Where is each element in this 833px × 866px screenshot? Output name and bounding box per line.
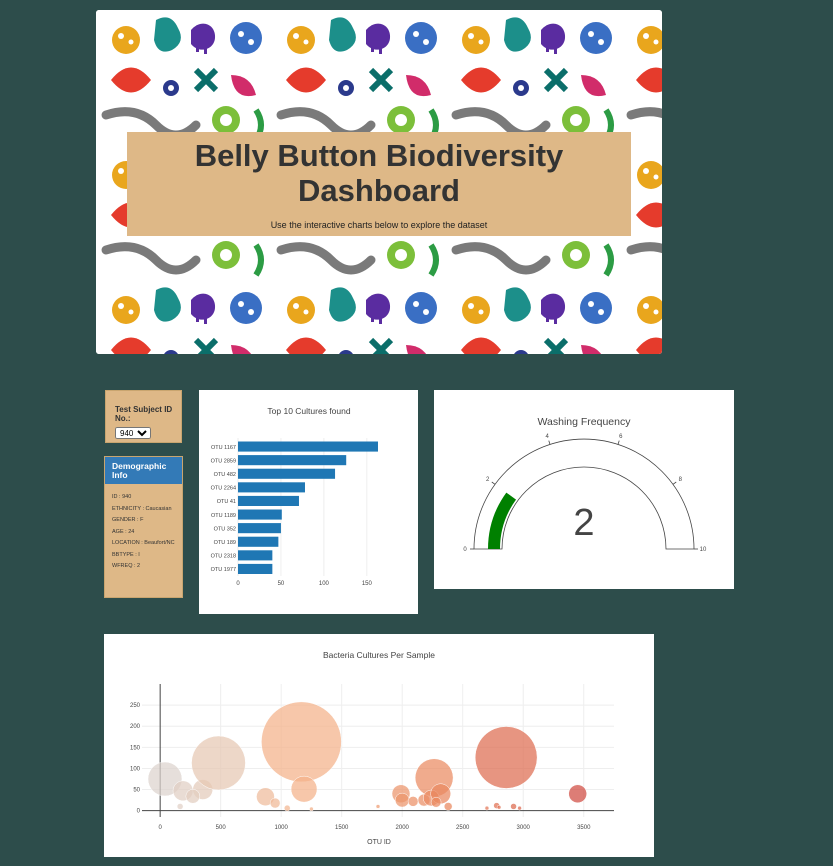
page-title-line1: Belly Button Biodiversity xyxy=(194,138,564,173)
bubble-point xyxy=(375,804,381,809)
subject-id-label: Test Subject ID No.: xyxy=(115,405,173,423)
header-banner: Belly Button Biodiversity Dashboard Use … xyxy=(96,10,662,354)
bar-chart-title: Top 10 Cultures found xyxy=(267,406,350,416)
demographic-info-panel: Demographic Info ID : 940 ETHNICITY : Ca… xyxy=(104,456,183,598)
gauge-tick-label: 2 xyxy=(486,477,490,483)
bar-chart-svg: Top 10 Cultures found 0 50 100 150 OTU 1167 O… xyxy=(211,406,378,587)
bar xyxy=(238,536,279,547)
bar-category-label: OTU 1189 xyxy=(211,513,236,519)
bubble-point xyxy=(568,784,587,804)
bar xyxy=(238,523,281,534)
demo-field-id: ID : 940 xyxy=(112,494,132,500)
bar xyxy=(238,441,378,452)
bacteria-bubble-chart[interactable]: Bacteria Cultures Per Sample OTU ID 0 500… xyxy=(104,634,654,857)
demo-field-wfreq: WFREQ : 2 xyxy=(112,563,141,569)
bubble-point xyxy=(443,802,453,811)
top-cultures-bar-chart[interactable]: Top 10 Cultures found 0 50 100 150 OTU 1167 O… xyxy=(199,390,418,614)
bar-category-label: OTU 482 xyxy=(214,472,236,478)
gauge-value-label: 2 xyxy=(573,502,594,544)
demo-field-location: LOCATION : Beaufort/NC xyxy=(112,540,175,546)
bar xyxy=(238,509,282,520)
title-box: Belly Button Biodiversity Dashboard Use … xyxy=(127,132,631,236)
bubble-x-axis-label: OTU ID xyxy=(367,839,391,846)
bubble-x-tick-label: 3500 xyxy=(577,825,591,831)
demo-field-ethnicity: ETHNICITY : Caucasian xyxy=(112,505,172,512)
page-subtitle: Use the interactive charts below to expl… xyxy=(270,220,488,230)
bar-x-tick-label: 100 xyxy=(319,581,330,587)
bar xyxy=(238,495,299,506)
bubble-x-tick-label: 2000 xyxy=(396,825,410,831)
page-title-line2: Dashboard xyxy=(298,173,460,208)
bubble-chart-svg: Bacteria Cultures Per Sample OTU ID 0 500… xyxy=(130,650,614,846)
bubble-point xyxy=(496,805,502,810)
gauge-tick xyxy=(491,481,496,485)
bubble-point xyxy=(269,797,281,809)
gauge-tick-label: 10 xyxy=(700,547,707,553)
gauge-tick-label: 4 xyxy=(546,434,550,440)
bubble-point xyxy=(430,796,442,808)
bar xyxy=(238,482,305,493)
bubble-point xyxy=(510,803,517,810)
bar-x-tick-label: 0 xyxy=(236,581,240,587)
page-title: Belly Button Biodiversity Dashboard xyxy=(127,138,631,208)
bubble-x-tick-label: 2500 xyxy=(456,825,470,831)
demographic-info-body: ID : 940 ETHNICITY : Caucasian GENDER : … xyxy=(105,484,182,570)
bubble-y-tick-label: 50 xyxy=(133,788,140,794)
bubble-y-tick-label: 200 xyxy=(130,724,141,730)
gauge-tick-label: 0 xyxy=(463,547,467,553)
bubble-point xyxy=(176,803,184,810)
bar-category-label: OTU 189 xyxy=(214,540,236,546)
bar-category-label: OTU 2318 xyxy=(211,554,236,560)
gauge-tick xyxy=(617,440,620,445)
bar xyxy=(238,563,273,574)
bar xyxy=(238,468,336,479)
bubble-point xyxy=(290,775,318,803)
bubble-point xyxy=(484,805,490,811)
gauge-tick xyxy=(548,440,551,445)
subject-selector-panel: Test Subject ID No.: 940 xyxy=(105,390,182,443)
gauge-tick xyxy=(672,481,677,485)
bubble-point xyxy=(474,726,538,789)
bubble-y-tick-label: 0 xyxy=(137,809,141,815)
bubble-x-tick-label: 0 xyxy=(158,825,162,831)
bar xyxy=(238,550,273,561)
bar-category-label: OTU 352 xyxy=(214,526,236,532)
bar xyxy=(238,455,347,466)
bubble-chart-title: Bacteria Cultures Per Sample xyxy=(323,650,435,660)
gauge-tick-label: 8 xyxy=(679,477,683,483)
gauge-svg: Washing Frequency 0 2 4 6 8 10 2 xyxy=(463,416,707,553)
bubble-point xyxy=(283,804,291,812)
bar-x-tick-label: 150 xyxy=(362,581,373,587)
bubble-x-tick-label: 3000 xyxy=(517,825,531,831)
bubble-x-tick-label: 1500 xyxy=(335,825,349,831)
bubble-y-tick-label: 100 xyxy=(130,766,141,772)
bar-category-label: OTU 2859 xyxy=(211,458,236,464)
bar-category-label: OTU 1977 xyxy=(211,567,236,573)
demographic-info-title: Demographic Info xyxy=(105,457,182,484)
bubble-point xyxy=(407,796,419,807)
bar-category-label: OTU 2264 xyxy=(211,486,236,492)
bubble-y-tick-label: 150 xyxy=(130,745,141,751)
bubble-point xyxy=(394,792,410,808)
bubble-point xyxy=(261,701,342,783)
washing-frequency-gauge[interactable]: Washing Frequency 0 2 4 6 8 10 2 xyxy=(434,390,734,589)
demo-field-gender: GENDER : F xyxy=(112,517,144,523)
bubble-x-tick-label: 1000 xyxy=(274,825,288,831)
demo-field-bbtype: BBTYPE : I xyxy=(112,551,140,558)
bar-category-label: OTU 41 xyxy=(217,499,236,505)
demo-field-age: AGE : 24 xyxy=(112,528,135,535)
bubble-point xyxy=(309,806,314,812)
subject-id-dropdown[interactable]: 940 xyxy=(115,427,151,439)
bubble-point xyxy=(517,805,522,811)
bubble-point xyxy=(185,789,201,804)
bubble-y-tick-label: 250 xyxy=(130,703,141,709)
gauge-tick-label: 6 xyxy=(619,434,623,440)
bar-x-tick-label: 50 xyxy=(278,581,285,587)
gauge-title: Washing Frequency xyxy=(538,416,632,428)
bar-category-label: OTU 1167 xyxy=(211,445,236,451)
bubble-x-tick-label: 500 xyxy=(216,825,227,831)
bubble-point xyxy=(191,735,246,791)
